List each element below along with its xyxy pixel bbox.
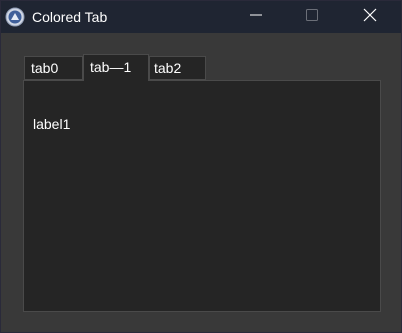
minimize-button[interactable] xyxy=(233,1,279,33)
tab-label: tab0 xyxy=(31,60,59,76)
tab-tab2[interactable]: tab2 xyxy=(149,56,206,80)
content-label: label1 xyxy=(33,116,71,132)
close-button[interactable] xyxy=(347,1,393,33)
tab-label: tab2 xyxy=(154,60,182,76)
close-icon xyxy=(363,8,377,27)
tab-tab0[interactable]: tab0 xyxy=(24,56,83,80)
minimize-icon xyxy=(250,8,262,26)
app-logo-icon xyxy=(5,7,25,27)
title-bar[interactable]: Colored Tab xyxy=(1,1,401,33)
tab-label: tab—1 xyxy=(90,59,132,75)
tab-tab1[interactable]: tab—1 xyxy=(83,54,149,81)
window-title: Colored Tab xyxy=(32,9,108,25)
maximize-button[interactable] xyxy=(289,1,335,33)
app-window: Colored Tab tab0 tab—1 tab2 label1 xyxy=(0,0,402,333)
maximize-icon xyxy=(306,8,318,26)
tab-content-panel: label1 xyxy=(23,80,381,312)
